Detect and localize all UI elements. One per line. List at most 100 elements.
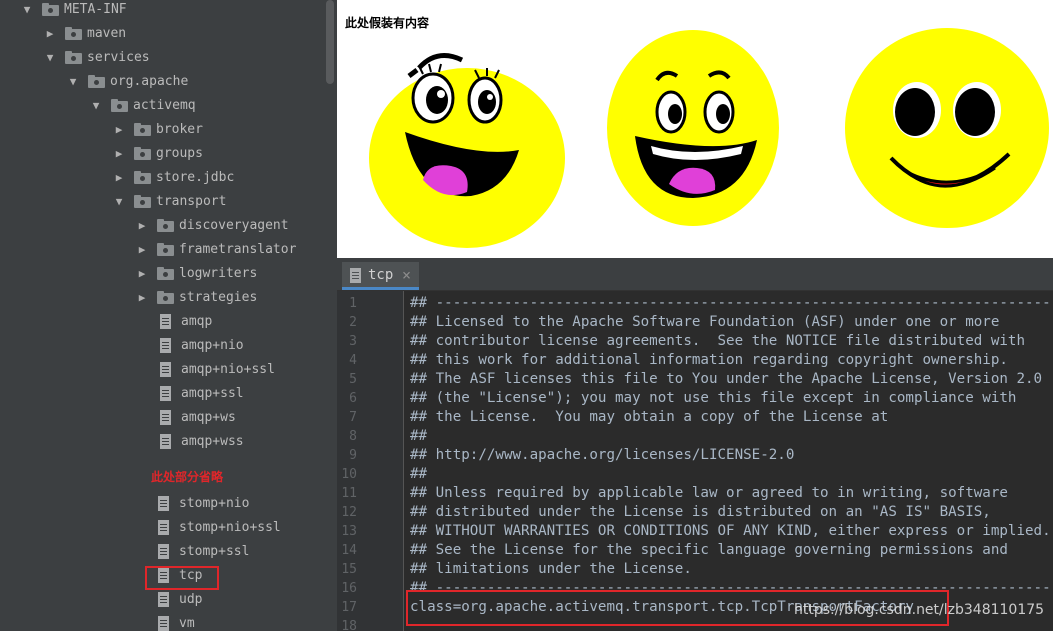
package-folder-icon <box>134 171 151 184</box>
tree-item-meta-inf[interactable]: ▼ META-INF <box>0 0 325 23</box>
chevron-down-icon[interactable]: ▼ <box>43 47 57 69</box>
editor-tab-bar: tcp × <box>337 262 1053 291</box>
chevron-down-icon[interactable]: ▼ <box>89 95 103 117</box>
chevron-down-icon[interactable]: ▼ <box>112 191 126 213</box>
code-line: ## WITHOUT WARRANTIES OR CONDITIONS OF A… <box>410 523 1051 539</box>
tree-item-store-jdbc[interactable]: ▶ store.jdbc <box>0 167 325 191</box>
tcp-highlight-box <box>145 566 219 590</box>
code-line: ## contributor license agreements. See t… <box>410 333 1025 349</box>
tree-item-label: activemq <box>133 98 196 113</box>
file-icon <box>160 362 173 377</box>
line-number: 11 <box>341 486 357 501</box>
tree-item-label: amqp+nio+ssl <box>181 362 275 377</box>
tree-item-frametranslator[interactable]: ▶ frametranslator <box>0 239 325 263</box>
chevron-down-icon[interactable]: ▼ <box>66 71 80 93</box>
tree-item-groups[interactable]: ▶ groups <box>0 143 325 167</box>
omitted-note: 此处部分省略 <box>151 470 224 484</box>
tree-item-amqp[interactable]: amqp <box>0 311 325 335</box>
chevron-right-icon[interactable]: ▶ <box>135 263 149 285</box>
line-number: 8 <box>349 429 357 444</box>
tab-label: tcp <box>368 267 394 283</box>
tree-item-label: frametranslator <box>179 242 297 257</box>
package-folder-icon <box>65 27 82 40</box>
tree-item-label: logwriters <box>179 266 258 281</box>
chevron-down-icon[interactable]: ▼ <box>20 0 34 21</box>
line-number-gutter: 1 2 3 4 5 6 7 8 9 10 11 12 13 14 15 16 17 18 <box>337 291 403 631</box>
tree-item-strategies[interactable]: ▶ strategies <box>0 287 325 311</box>
file-icon <box>350 268 362 283</box>
tree-item-amqp-ws[interactable]: amqp+ws <box>0 407 325 431</box>
tree-item-stomp-nio-ssl[interactable]: stomp+nio+ssl <box>0 517 325 541</box>
line-number: 16 <box>341 581 357 596</box>
tree-item-label: groups <box>156 146 203 161</box>
line-number: 15 <box>341 562 357 577</box>
package-folder-icon <box>88 75 105 88</box>
close-icon[interactable]: × <box>402 266 411 284</box>
tree-item-services[interactable]: ▼ services <box>0 47 325 71</box>
chevron-right-icon[interactable]: ▶ <box>112 143 126 165</box>
tree-item-stomp-ssl[interactable]: stomp+ssl <box>0 541 325 565</box>
tab-tcp[interactable]: tcp × <box>342 262 419 290</box>
file-icon <box>158 520 171 535</box>
tree-item-label: amqp <box>181 314 213 329</box>
line-number: 18 <box>341 619 357 631</box>
code-line: ## distributed under the License is dist… <box>410 504 991 520</box>
line-number: 13 <box>341 524 357 539</box>
watermark: https://blog.csdn.net/lzb348110175 <box>794 602 1045 618</box>
tree-item-label: maven <box>87 26 127 41</box>
tree-item-label: transport <box>156 194 227 209</box>
line-number: 4 <box>349 353 357 368</box>
package-folder-icon <box>134 147 151 160</box>
tree-item-org-apache[interactable]: ▼ org.apache <box>0 71 325 95</box>
line-number: 12 <box>341 505 357 520</box>
chevron-right-icon[interactable]: ▶ <box>135 215 149 237</box>
smiley-face-winking <box>369 53 565 248</box>
tree-item-label: amqp+nio <box>181 338 244 353</box>
package-folder-icon <box>111 99 128 112</box>
line-number: 17 <box>341 600 357 615</box>
tree-item-label: stomp+nio <box>179 496 250 511</box>
code-line: ## <box>410 428 428 444</box>
package-folder-icon <box>134 123 151 136</box>
tree-item-label: broker <box>156 122 203 137</box>
tree-item-label: discoveryagent <box>179 218 289 233</box>
picture-area: 此处假装有内容 <box>337 0 1053 258</box>
code-line: ## limitations under the License. <box>410 561 692 577</box>
line-number: 9 <box>349 448 357 463</box>
tree-item-transport[interactable]: ▼ transport <box>0 191 325 215</box>
tree-item-label: org.apache <box>110 74 189 89</box>
code-line: ## Unless required by applicable law or … <box>410 485 1008 501</box>
code-line: ## See the License for the specific lang… <box>410 542 1008 558</box>
file-icon <box>160 314 173 329</box>
tree-item-label: services <box>87 50 150 65</box>
tree-item-maven[interactable]: ▶ maven <box>0 23 325 47</box>
tree-item-logwriters[interactable]: ▶ logwriters <box>0 263 325 287</box>
tree-item-amqp-ssl[interactable]: amqp+ssl <box>0 383 325 407</box>
code-line: ## -------------------------------------… <box>410 295 1053 311</box>
tree-item-stomp-nio[interactable]: stomp+nio <box>0 493 325 517</box>
gutter-divider <box>403 291 404 631</box>
package-folder-icon <box>42 3 59 16</box>
code-editor: tcp × 1 2 3 4 5 6 7 8 9 10 11 12 13 14 15 16 17 18 ## ---… <box>337 262 1053 631</box>
code-line: ## <box>410 466 428 482</box>
code-line: ## this work for additional information … <box>410 352 1008 368</box>
tree-item-amqp-nio[interactable]: amqp+nio <box>0 335 325 359</box>
tree-item-udp[interactable]: udp <box>0 589 325 613</box>
tree-item-broker[interactable]: ▶ broker <box>0 119 325 143</box>
tree-scrollbar[interactable] <box>326 0 334 84</box>
package-folder-icon <box>157 219 174 232</box>
chevron-right-icon[interactable]: ▶ <box>112 167 126 189</box>
line-number: 5 <box>349 372 357 387</box>
code-line: ## http://www.apache.org/licenses/LICENS… <box>410 447 795 463</box>
chevron-right-icon[interactable]: ▶ <box>135 239 149 261</box>
tree-item-amqp-wss[interactable]: amqp+wss <box>0 431 325 455</box>
line-number: 14 <box>341 543 357 558</box>
tree-item-vm[interactable]: vm <box>0 613 325 631</box>
tree-item-discoveryagent[interactable]: ▶ discoveryagent <box>0 215 325 239</box>
tree-item-activemq[interactable]: ▼ activemq <box>0 95 325 119</box>
chevron-right-icon[interactable]: ▶ <box>112 119 126 141</box>
code-line: ## (the "License"); you may not use this… <box>410 390 1017 406</box>
tree-item-amqp-nio-ssl[interactable]: amqp+nio+ssl <box>0 359 325 383</box>
chevron-right-icon[interactable]: ▶ <box>43 23 57 45</box>
chevron-right-icon[interactable]: ▶ <box>135 287 149 309</box>
